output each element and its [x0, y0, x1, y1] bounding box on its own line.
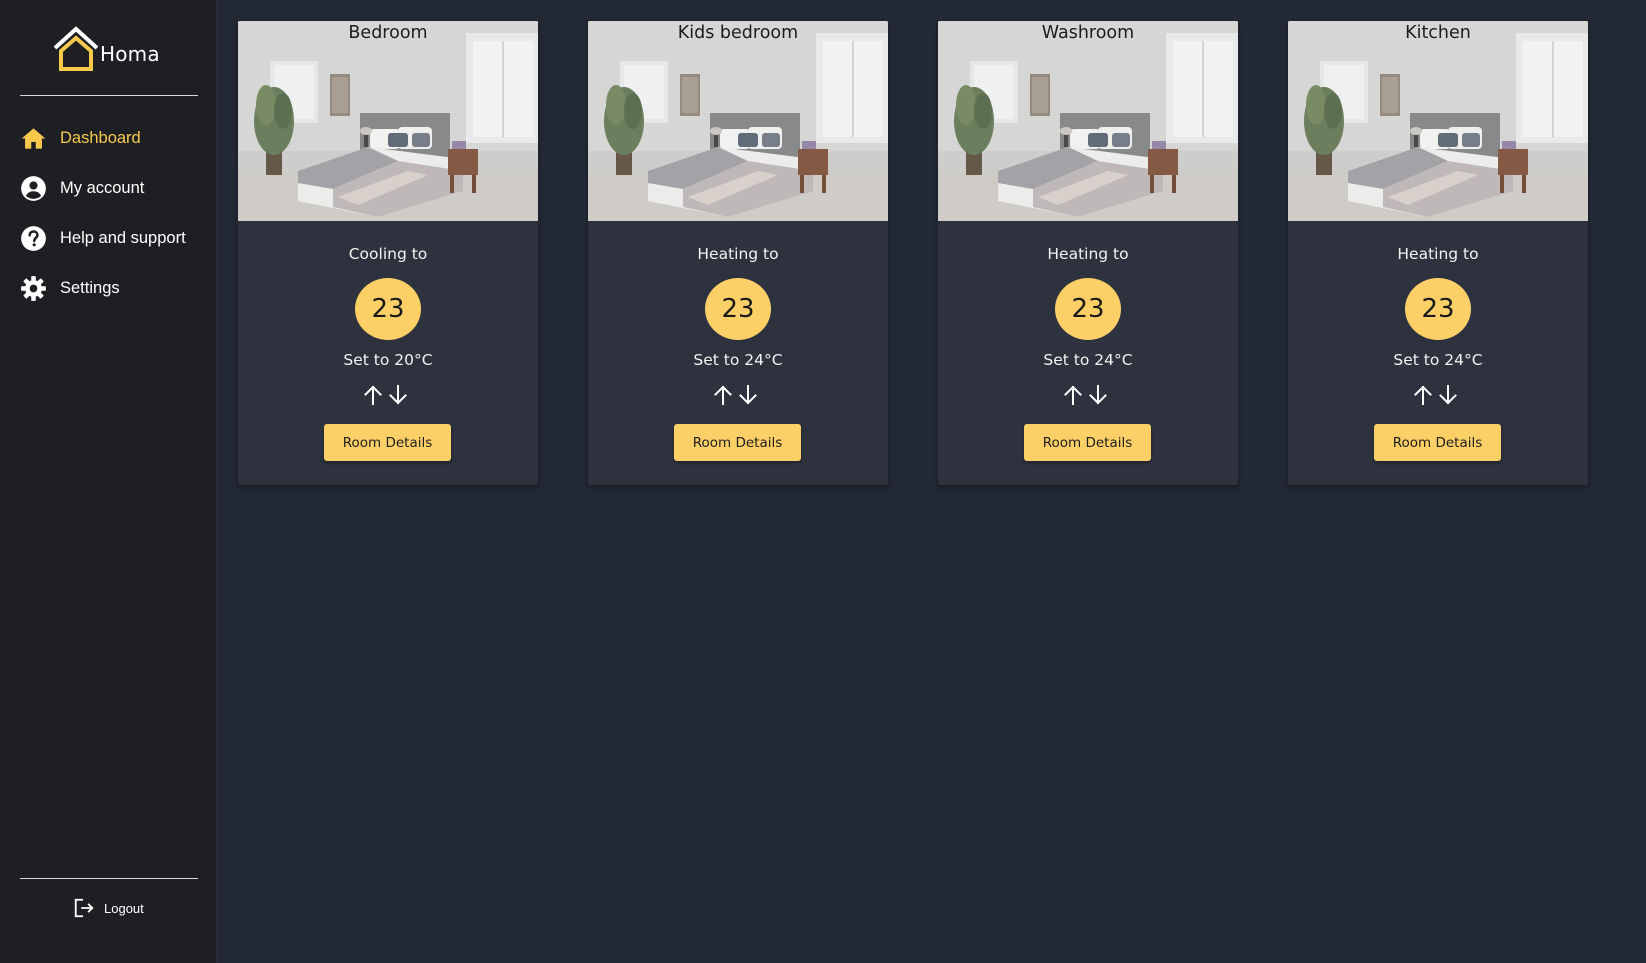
room-title: Kitchen — [1405, 23, 1471, 43]
room-mode: Heating to — [1047, 245, 1129, 263]
arrow-down-icon[interactable] — [738, 384, 758, 406]
logout-icon — [74, 898, 94, 918]
sidebar-divider-bottom — [20, 878, 198, 879]
sidebar-item-dashboard[interactable]: Dashboard — [20, 113, 210, 163]
room-card-bedroom: Bedroom Cooling to 23 Set to 20°C Room D… — [238, 21, 538, 485]
house-logo-icon — [53, 26, 99, 71]
room-photo — [238, 21, 538, 221]
sidebar-item-label: Help and support — [60, 228, 186, 247]
room-mode: Heating to — [1397, 245, 1479, 263]
sidebar-item-my-account[interactable]: My account — [20, 163, 210, 213]
current-temperature-badge: 23 — [705, 278, 771, 340]
arrow-down-icon[interactable] — [1438, 384, 1458, 406]
gear-icon — [21, 275, 46, 301]
sidebar-item-label: My account — [60, 178, 145, 197]
sidebar-item-help-and-support[interactable]: Help and support — [20, 213, 210, 263]
room-details-button[interactable]: Room Details — [674, 424, 801, 461]
home-icon — [21, 127, 46, 149]
help-circle-icon — [21, 225, 46, 251]
logout-button[interactable]: Logout — [73, 897, 144, 919]
setpoint-label: Set to 24°C — [1393, 351, 1483, 369]
brand-name: Homa — [100, 42, 160, 66]
sidebar-item-label: Settings — [60, 278, 120, 297]
current-temperature-badge: 23 — [1405, 278, 1471, 340]
setpoint-controls — [1063, 384, 1113, 406]
room-details-button[interactable]: Room Details — [324, 424, 451, 461]
sidebar-divider-top — [20, 95, 198, 96]
room-mode: Heating to — [697, 245, 779, 263]
setpoint-controls — [713, 384, 763, 406]
arrow-down-icon[interactable] — [1088, 384, 1108, 406]
setpoint-label: Set to 24°C — [693, 351, 783, 369]
sidebar-item-label: Dashboard — [60, 128, 141, 147]
room-details-button[interactable]: Room Details — [1374, 424, 1501, 461]
app-window: Homa Dashboard My account Help and suppo… — [0, 0, 1646, 963]
setpoint-controls — [363, 384, 413, 406]
brand[interactable]: Homa — [52, 26, 160, 74]
sidebar-item-settings[interactable]: Settings — [20, 263, 210, 313]
room-card-kitchen: Kitchen Heating to 23 Set to 24°C Room D… — [1288, 21, 1588, 485]
room-photo — [588, 21, 888, 221]
room-details-button[interactable]: Room Details — [1024, 424, 1151, 461]
account-circle-icon — [21, 175, 46, 201]
logout-label: Logout — [104, 900, 144, 916]
arrow-up-icon[interactable] — [363, 384, 383, 406]
room-mode: Cooling to — [348, 245, 428, 263]
room-card-washroom: Washroom Heating to 23 Set to 24°C Room … — [938, 21, 1238, 485]
room-photo — [1288, 21, 1588, 221]
setpoint-label: Set to 24°C — [1043, 351, 1133, 369]
room-title: Kids bedroom — [677, 23, 799, 43]
current-temperature-badge: 23 — [1055, 278, 1121, 340]
sidebar: Homa Dashboard My account Help and suppo… — [0, 0, 217, 963]
arrow-up-icon[interactable] — [1063, 384, 1083, 406]
arrow-down-icon[interactable] — [388, 384, 408, 406]
room-title: Bedroom — [348, 23, 428, 43]
arrow-up-icon[interactable] — [1413, 384, 1433, 406]
room-card-kids-bedroom: Kids bedroom Heating to 23 Set to 24°C R… — [588, 21, 888, 485]
sidebar-nav: Dashboard My account Help and support Se… — [20, 113, 210, 313]
setpoint-controls — [1413, 384, 1463, 406]
current-temperature-badge: 23 — [355, 278, 421, 340]
arrow-up-icon[interactable] — [713, 384, 733, 406]
setpoint-label: Set to 20°C — [343, 351, 433, 369]
room-photo — [938, 21, 1238, 221]
room-title: Washroom — [1041, 23, 1135, 43]
